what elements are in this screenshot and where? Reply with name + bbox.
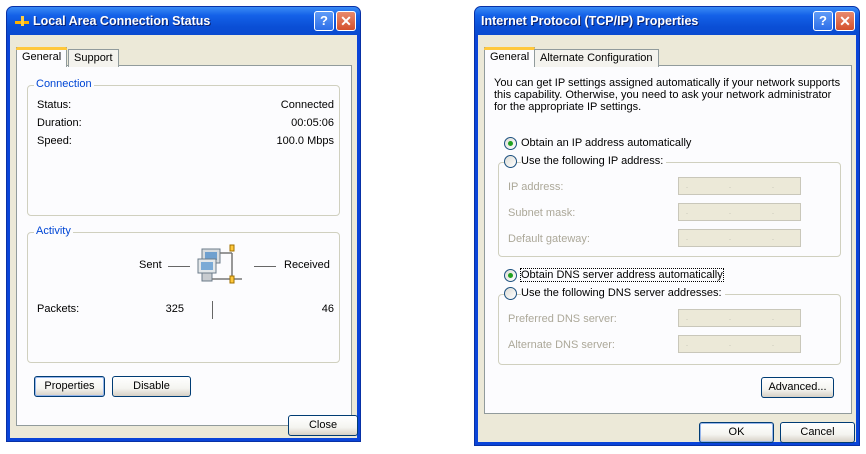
window-title: Internet Protocol (TCP/IP) Properties bbox=[481, 14, 699, 28]
alternate-dns-label: Alternate DNS server: bbox=[508, 339, 615, 351]
packets-label: Packets: bbox=[37, 303, 80, 315]
connection-status-window: Local Area Connection Status ? ✕ General… bbox=[6, 6, 361, 442]
network-connection-icon bbox=[15, 16, 29, 26]
default-gateway-field[interactable]: . . . bbox=[678, 229, 801, 247]
received-label: Received bbox=[284, 259, 330, 271]
obtain-ip-radio[interactable] bbox=[504, 137, 517, 150]
connection-group-label: Connection bbox=[34, 78, 94, 90]
sent-line bbox=[168, 266, 190, 267]
tab-general[interactable]: General bbox=[16, 47, 68, 67]
close-button[interactable]: Close bbox=[288, 415, 358, 436]
activity-group-label: Activity bbox=[34, 225, 73, 237]
speed-value: 100.0 Mbps bbox=[276, 135, 334, 147]
speed-label: Speed: bbox=[37, 135, 72, 147]
disable-button[interactable]: Disable bbox=[112, 376, 191, 397]
packets-sent-value: 325 bbox=[165, 303, 184, 315]
advanced-button[interactable]: Advanced... bbox=[761, 377, 834, 398]
status-value: Connected bbox=[280, 99, 334, 111]
title-bar[interactable]: Local Area Connection Status ? ✕ bbox=[7, 7, 360, 35]
cancel-button[interactable]: Cancel bbox=[780, 422, 855, 443]
network-computers-icon bbox=[197, 244, 242, 284]
help-button[interactable]: ? bbox=[314, 11, 334, 31]
use-ip-radio[interactable] bbox=[504, 155, 517, 168]
properties-button[interactable]: Properties bbox=[34, 376, 105, 397]
tab-alternate-configuration[interactable]: Alternate Configuration bbox=[534, 49, 659, 67]
ip-address-label: IP address: bbox=[508, 181, 564, 193]
duration-label: Duration: bbox=[37, 117, 82, 129]
dialog-body: General Support Connection Status: Conne… bbox=[10, 35, 358, 438]
preferred-dns-field[interactable]: . . . bbox=[678, 309, 801, 327]
use-dns-label[interactable]: Use the following DNS server addresses: bbox=[521, 287, 725, 299]
tab-general[interactable]: General bbox=[484, 47, 536, 67]
ok-button[interactable]: OK bbox=[699, 422, 774, 443]
default-gateway-label: Default gateway: bbox=[508, 233, 590, 245]
activity-group: Activity Sent Received Packets: 325 46 bbox=[27, 225, 340, 363]
close-window-button[interactable]: ✕ bbox=[336, 11, 356, 31]
status-label: Status: bbox=[37, 99, 72, 111]
preferred-dns-label: Preferred DNS server: bbox=[508, 313, 617, 325]
tab-support[interactable]: Support bbox=[68, 49, 119, 67]
window-title: Local Area Connection Status bbox=[33, 14, 211, 28]
ip-address-field[interactable]: . . . bbox=[678, 177, 801, 195]
obtain-ip-label[interactable]: Obtain an IP address automatically bbox=[521, 137, 691, 149]
close-window-button[interactable]: ✕ bbox=[835, 11, 855, 31]
use-dns-radio[interactable] bbox=[504, 287, 517, 300]
packets-divider bbox=[212, 301, 213, 319]
packets-received-value: 46 bbox=[321, 303, 334, 315]
static-dns-group bbox=[498, 294, 841, 365]
received-line bbox=[254, 266, 276, 267]
alternate-dns-field[interactable]: . . . bbox=[678, 335, 801, 353]
sent-label: Sent bbox=[139, 259, 162, 271]
duration-value: 00:05:06 bbox=[291, 117, 334, 129]
tcpip-properties-window: Internet Protocol (TCP/IP) Properties ? … bbox=[474, 6, 860, 446]
subnet-mask-label: Subnet mask: bbox=[508, 207, 576, 219]
dialog-body: General Alternate Configuration You can … bbox=[478, 35, 856, 443]
title-bar[interactable]: Internet Protocol (TCP/IP) Properties ? … bbox=[475, 7, 859, 35]
obtain-dns-label[interactable]: Obtain DNS server address automatically bbox=[520, 268, 724, 282]
connection-group: Connection Status: Connected Duration: 0… bbox=[27, 78, 340, 216]
desktop: { "status_dialog": { "title": "Local Are… bbox=[0, 0, 866, 454]
obtain-dns-radio[interactable] bbox=[504, 269, 517, 282]
subnet-mask-field[interactable]: . . . bbox=[678, 203, 801, 221]
help-button[interactable]: ? bbox=[813, 11, 833, 31]
use-ip-label[interactable]: Use the following IP address: bbox=[521, 155, 667, 167]
description-text: You can get IP settings assigned automat… bbox=[494, 77, 841, 113]
